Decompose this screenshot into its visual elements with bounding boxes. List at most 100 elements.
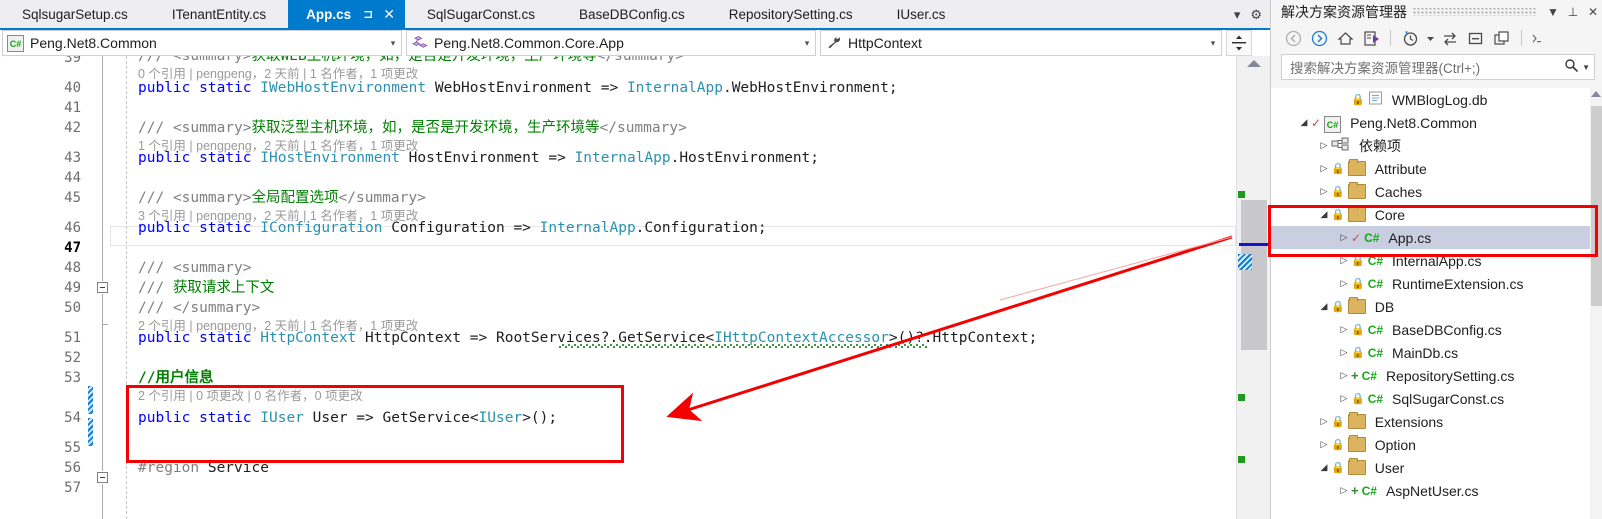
- home-icon[interactable]: [1333, 27, 1357, 49]
- expander-closed-icon[interactable]: ▷: [1337, 485, 1351, 496]
- tab-sqlsugarconst[interactable]: SqlSugarConst.cs: [404, 0, 557, 28]
- tree-item-glyphs: [1331, 137, 1355, 154]
- collapse-region-icon[interactable]: [97, 472, 108, 483]
- navbar-type-dropdown[interactable]: Peng.Net8.Common.Core.App ▾: [406, 30, 816, 56]
- sync-with-active-document-icon[interactable]: [1359, 27, 1383, 49]
- tree-item-basedbconfig-cs[interactable]: ▷ 🔒 C# BaseDBConfig.cs: [1271, 318, 1602, 341]
- tree-item-db[interactable]: ◢ 🔒 DB: [1271, 295, 1602, 318]
- tree-item-aspnetuser-cs[interactable]: ▷ + C# AspNetUser.cs: [1271, 479, 1602, 502]
- tree-item-maindb-cs[interactable]: ▷ 🔒 C# MainDb.cs: [1271, 341, 1602, 364]
- collapse-region-icon[interactable]: [97, 282, 108, 293]
- tree-item-option[interactable]: ▷ 🔒 Option: [1271, 433, 1602, 456]
- outlining-vertical-line: [102, 294, 103, 324]
- code-editor[interactable]: 39 40 41 42 43 44 45 46 47 48 49 50 51 5…: [0, 56, 1236, 519]
- chevron-down-icon[interactable]: ▾: [799, 38, 815, 49]
- expander-closed-icon[interactable]: ▷: [1337, 347, 1351, 358]
- pin-icon[interactable]: ⊥: [1563, 5, 1583, 19]
- expander-closed-icon[interactable]: ▷: [1337, 232, 1351, 243]
- expander-open-icon[interactable]: ◢: [1297, 117, 1311, 128]
- tree-item-extensions[interactable]: ▷ 🔒 Extensions: [1271, 410, 1602, 433]
- tree-item-peng-net8-common[interactable]: ◢ ✓ C# Peng.Net8.Common: [1271, 111, 1602, 134]
- chevron-down-icon[interactable]: ▼: [1582, 63, 1590, 72]
- close-icon[interactable]: ✕: [383, 6, 395, 23]
- expander-open-icon[interactable]: ◢: [1317, 301, 1331, 312]
- tab-sqlsugarsetup[interactable]: SqlsugarSetup.cs: [0, 0, 150, 28]
- expander-closed-icon[interactable]: ▷: [1317, 439, 1331, 450]
- tree-item-label: BaseDBConfig.cs: [1392, 321, 1502, 338]
- scrollbar-thumb[interactable]: [1591, 106, 1602, 306]
- folder-icon: [1347, 182, 1366, 199]
- pin-icon[interactable]: ⊐: [363, 7, 373, 21]
- expander-closed-icon[interactable]: ▷: [1337, 370, 1351, 381]
- expander-closed-icon[interactable]: ▷: [1317, 186, 1331, 197]
- chevron-down-icon[interactable]: ▾: [1205, 38, 1221, 49]
- tab-iuser[interactable]: IUser.cs: [874, 0, 968, 28]
- code-line-49-cn: 获取请求上下文: [172, 280, 275, 296]
- scroll-up-arrow-icon[interactable]: [1247, 60, 1261, 67]
- expander-closed-icon[interactable]: ▷: [1317, 163, 1331, 174]
- tab-itenantentity[interactable]: ITenantEntity.cs: [149, 0, 289, 28]
- tab-label: ITenantEntity.cs: [171, 6, 267, 22]
- csharp-file-icon: C#: [1364, 230, 1380, 245]
- line-number: 48: [64, 260, 81, 276]
- expander-closed-icon[interactable]: ▷: [1337, 278, 1351, 289]
- tab-app-cs[interactable]: App.cs ⊐ ✕: [288, 0, 405, 28]
- expander-open-icon[interactable]: ◢: [1317, 462, 1331, 473]
- lock-icon: 🔒: [1331, 416, 1345, 428]
- chevron-down-icon[interactable]: ▾: [385, 38, 401, 49]
- expander-closed-icon[interactable]: ▷: [1317, 416, 1331, 427]
- tree-item-app-cs[interactable]: ▷ ✓ C# App.cs: [1271, 226, 1602, 249]
- codelens-53[interactable]: 2 个引用 | 0 项更改 | 0 名作者，0 项更改: [138, 386, 363, 406]
- code-text-area[interactable]: /// <summary>获取WEB主机环境，如，是否是开发环境，生产环境等</…: [110, 56, 1236, 519]
- properties-overflow-icon[interactable]: [1529, 27, 1543, 49]
- expander-closed-icon[interactable]: ▷: [1337, 393, 1351, 404]
- lock-icon: 🔒: [1331, 462, 1345, 474]
- navbar-project-dropdown[interactable]: C# Peng.Net8.Common ▾: [2, 30, 402, 56]
- chevron-down-icon[interactable]: ▾: [1234, 8, 1241, 21]
- tree-item-repositorysetting-cs[interactable]: ▷ + C# RepositorySetting.cs: [1271, 364, 1602, 387]
- close-icon[interactable]: ✕: [1583, 5, 1602, 19]
- tree-item-runtimeextension-cs[interactable]: ▷ 🔒 C# RuntimeExtension.cs: [1271, 272, 1602, 295]
- tree-item-wmbloglog-db[interactable]: 🔒 WMBlogLog.db: [1271, 88, 1602, 111]
- folder-icon: [1347, 412, 1366, 429]
- tree-item-core[interactable]: ◢ 🔒 Core: [1271, 203, 1602, 226]
- line-number: 51: [64, 330, 81, 346]
- pending-changes-dropdown-icon[interactable]: [1424, 27, 1436, 49]
- navbar-member-dropdown[interactable]: HttpContext ▾: [820, 30, 1222, 56]
- solution-explorer-tree[interactable]: 🔒 WMBlogLog.db ◢ ✓ C# Peng.Net8.Common ▷ 依赖项 ▷ 🔒 A…: [1271, 88, 1602, 519]
- tree-item-[interactable]: ▷ 依赖项: [1271, 134, 1602, 157]
- split-window-icon[interactable]: [1226, 30, 1252, 56]
- expander-closed-icon[interactable]: ▷: [1337, 324, 1351, 335]
- editor-scrollbar[interactable]: [1236, 56, 1271, 519]
- refresh-icon[interactable]: [1438, 27, 1462, 49]
- expander-closed-icon[interactable]: ▷: [1317, 140, 1331, 151]
- checkmark-icon: ✓: [1351, 230, 1362, 245]
- tree-item-internalapp-cs[interactable]: ▷ 🔒 C# InternalApp.cs: [1271, 249, 1602, 272]
- gear-icon[interactable]: ⚙: [1250, 8, 1262, 21]
- class-icon: [411, 35, 429, 51]
- back-arrow-icon[interactable]: [1281, 27, 1305, 49]
- show-all-files-icon[interactable]: [1490, 27, 1514, 49]
- tree-item-caches[interactable]: ▷ 🔒 Caches: [1271, 180, 1602, 203]
- tab-repositorysetting[interactable]: RepositorySetting.cs: [706, 0, 875, 28]
- tab-basedbconfig[interactable]: BaseDBConfig.cs: [556, 0, 707, 28]
- solution-explorer-search-box[interactable]: 搜索解决方案资源管理器(Ctrl+;) ▼: [1281, 54, 1595, 80]
- tree-item-user[interactable]: ◢ 🔒 User: [1271, 456, 1602, 479]
- search-input[interactable]: 搜索解决方案资源管理器(Ctrl+;): [1286, 57, 1564, 77]
- scroll-up-arrow-icon[interactable]: [1591, 91, 1601, 97]
- chevron-down-icon[interactable]: ▼: [1543, 5, 1563, 19]
- tree-item-attribute[interactable]: ▷ 🔒 Attribute: [1271, 157, 1602, 180]
- search-icon[interactable]: [1564, 58, 1579, 76]
- expander-closed-icon[interactable]: ▷: [1337, 255, 1351, 266]
- tree-item-sqlsugarconst-cs[interactable]: ▷ 🔒 C# SqlSugarConst.cs: [1271, 387, 1602, 410]
- solution-explorer-panel[interactable]: 解决方案资源管理器 ▼ ⊥ ✕ 搜索解决方案资源管理器(Ctrl+;) ▼ 🔒 …: [1270, 0, 1602, 519]
- scrollbar-thumb[interactable]: [1241, 200, 1267, 350]
- collapse-all-icon[interactable]: [1464, 27, 1488, 49]
- tree-item-glyphs: + C#: [1351, 368, 1382, 383]
- pending-changes-icon[interactable]: [1398, 27, 1422, 49]
- code-line-42-cn: 获取泛型主机环境，如，是否是开发环境，生产环境等: [251, 120, 600, 136]
- solution-explorer-scrollbar[interactable]: [1590, 88, 1602, 519]
- forward-arrow-icon[interactable]: [1307, 27, 1331, 49]
- outlining-column[interactable]: [96, 56, 110, 519]
- expander-open-icon[interactable]: ◢: [1317, 209, 1331, 220]
